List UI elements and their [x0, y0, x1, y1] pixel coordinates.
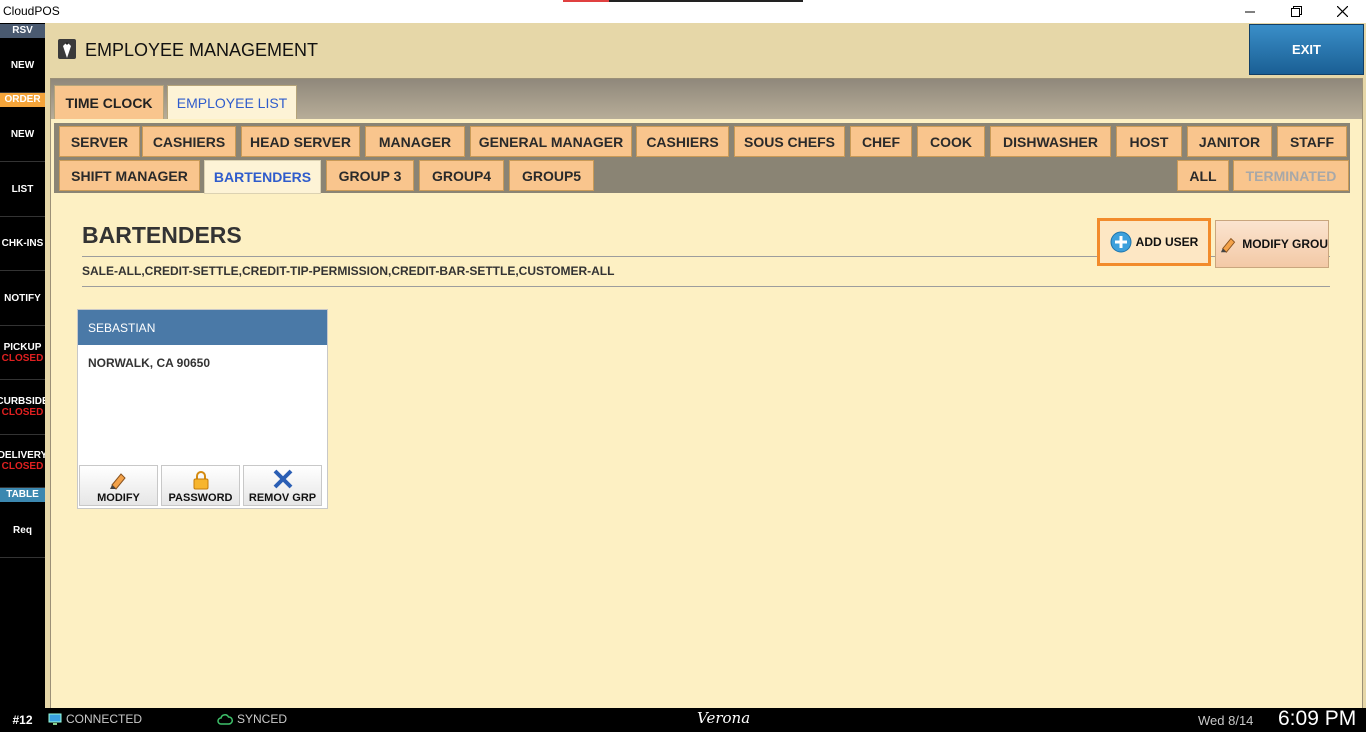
- window-title: CloudPOS: [3, 4, 60, 18]
- sidebar-item-req[interactable]: Req: [0, 503, 45, 558]
- add-user-button[interactable]: ADD USER: [1097, 218, 1211, 266]
- modify-employee-button[interactable]: MODIFY: [79, 465, 158, 506]
- sidebar-item-order-new[interactable]: NEW: [0, 108, 45, 162]
- station-number: #12: [12, 713, 33, 727]
- tuxedo-icon: [58, 39, 76, 59]
- tab-time-clock[interactable]: TIME CLOCK: [54, 85, 164, 120]
- group-tab-group5[interactable]: GROUP5: [509, 160, 594, 191]
- edit-icon: [1220, 237, 1236, 253]
- group-tab-general-manager[interactable]: GENERAL MANAGER: [470, 126, 632, 157]
- group-tab-group-3[interactable]: GROUP 3: [326, 160, 414, 191]
- sidebar-item-chk-ins[interactable]: CHK-INS: [0, 217, 45, 271]
- group-tab-cashiers-2[interactable]: CASHIERS: [636, 126, 729, 157]
- modify-label: MODIFY: [97, 492, 140, 504]
- password-button[interactable]: PASSWORD: [161, 465, 240, 506]
- add-icon: [1110, 231, 1132, 253]
- left-sidebar: RSV NEW ORDER NEW LIST CHK-INS NOTIFY PI…: [0, 23, 45, 708]
- main-area: EMPLOYEE MANAGEMENT EXIT TIME CLOCK EMPL…: [45, 23, 1366, 710]
- group-tab-bartenders[interactable]: BARTENDERS: [204, 160, 321, 194]
- sidebar-item-pickup[interactable]: PICKUP CLOSED: [0, 326, 45, 380]
- employee-address: NORWALK, CA 90650: [88, 356, 211, 370]
- top-tab-bar: TIME CLOCK EMPLOYEE LIST: [51, 79, 1362, 120]
- sidebar-item-label: NEW: [10, 60, 35, 71]
- sidebar-section-rsv: RSV: [0, 24, 45, 38]
- remove-x-icon: [273, 469, 292, 489]
- sidebar-item-label: PICKUP: [3, 341, 42, 353]
- close-button[interactable]: [1319, 0, 1365, 23]
- sidebar-item-label: CHK-INS: [1, 238, 44, 249]
- group-tab-chef[interactable]: CHEF: [850, 126, 912, 157]
- sidebar-item-label: Req: [13, 524, 32, 536]
- current-time: 6:09 PM: [1278, 707, 1357, 730]
- sidebar-item-curbside[interactable]: CURBSIDE CLOSED: [0, 380, 45, 435]
- exit-button[interactable]: EXIT: [1249, 24, 1364, 75]
- password-label: PASSWORD: [168, 492, 233, 504]
- employee-name[interactable]: SEBASTIAN: [78, 310, 327, 345]
- group-tab-host[interactable]: HOST: [1116, 126, 1182, 157]
- sidebar-item-status: CLOSED: [1, 407, 44, 418]
- window-titlebar: CloudPOS: [0, 0, 1366, 23]
- group-tab-group4[interactable]: GROUP4: [419, 160, 504, 191]
- remove-group-label: REMOV GRP: [248, 492, 317, 504]
- divider: [82, 286, 1330, 287]
- group-tab-cashiers[interactable]: CASHIERS: [142, 126, 236, 157]
- group-panel: BARTENDERS SALE-ALL,CREDIT-SETTLE,CREDIT…: [51, 199, 1362, 709]
- connection-label: CONNECTED: [66, 712, 143, 726]
- connection-status: CONNECTED: [48, 712, 142, 726]
- group-tab-terminated[interactable]: TERMINATED: [1233, 160, 1349, 191]
- sidebar-item-status: CLOSED: [1, 461, 44, 472]
- group-tab-janitor[interactable]: JANITOR: [1187, 126, 1272, 157]
- edit-icon: [109, 473, 126, 490]
- monitor-icon: [48, 713, 62, 725]
- group-title: BARTENDERS: [82, 222, 242, 248]
- minimize-icon: [1245, 11, 1255, 12]
- employee-card: SEBASTIAN NORWALK, CA 90650 MODIFY PASSW…: [77, 309, 328, 509]
- modify-group-label: MODIFY GROU: [1242, 237, 1328, 251]
- page-header: EMPLOYEE MANAGEMENT EXIT: [45, 23, 1366, 75]
- add-user-label: ADD USER: [1135, 235, 1199, 249]
- current-date: Wed 8/14: [1198, 713, 1254, 728]
- sidebar-item-label: NEW: [10, 129, 35, 140]
- sidebar-section-order: ORDER: [0, 93, 45, 107]
- group-tab-server[interactable]: SERVER: [59, 126, 140, 157]
- sidebar-item-status: CLOSED: [1, 352, 44, 364]
- remove-group-button[interactable]: REMOV GRP: [243, 465, 322, 506]
- group-tab-sous-chefs[interactable]: SOUS CHEFS: [734, 126, 845, 157]
- content-frame: TIME CLOCK EMPLOYEE LIST SERVER CASHIERS…: [50, 78, 1363, 710]
- lock-icon: [193, 471, 208, 490]
- group-permissions: SALE-ALL,CREDIT-SETTLE,CREDIT-TIP-PERMIS…: [82, 264, 615, 278]
- sidebar-item-delivery[interactable]: DELIVERY CLOSED: [0, 435, 45, 488]
- sidebar-item-label: NOTIFY: [4, 292, 41, 304]
- sidebar-item-list[interactable]: LIST: [0, 162, 45, 217]
- sidebar-item-notify[interactable]: NOTIFY: [0, 271, 45, 326]
- titlebar-accent: [563, 0, 803, 2]
- sidebar-item-label: DELIVERY: [0, 450, 45, 461]
- sync-status: SYNCED: [217, 712, 287, 726]
- group-tab-all[interactable]: ALL: [1177, 160, 1229, 191]
- restore-button[interactable]: [1273, 0, 1319, 23]
- group-tab-shift-manager[interactable]: SHIFT MANAGER: [59, 160, 200, 191]
- store-name: Verona: [697, 709, 751, 727]
- group-tab-cook[interactable]: COOK: [917, 126, 985, 157]
- cloud-icon: [217, 714, 233, 725]
- group-tab-head-server[interactable]: HEAD SERVER: [241, 126, 360, 157]
- tab-employee-list[interactable]: EMPLOYEE LIST: [167, 85, 297, 119]
- group-tab-area: SERVER CASHIERS HEAD SERVER MANAGER GENE…: [51, 119, 1362, 199]
- group-tab-staff[interactable]: STAFF: [1277, 126, 1347, 157]
- group-tab-dishwasher[interactable]: DISHWASHER: [990, 126, 1111, 157]
- close-icon: [1336, 6, 1348, 17]
- sidebar-section-table: TABLE: [0, 488, 45, 502]
- status-bar: #12 CONNECTED SYNCED Verona Wed 8/14 6:0…: [0, 707, 1366, 732]
- group-tab-manager[interactable]: MANAGER: [365, 126, 465, 157]
- restore-icon: [1290, 6, 1302, 17]
- sync-label: SYNCED: [237, 712, 288, 726]
- sidebar-item-label: CURBSIDE: [0, 396, 45, 407]
- minimize-button[interactable]: [1227, 0, 1273, 23]
- page-title: EMPLOYEE MANAGEMENT: [85, 40, 319, 60]
- sidebar-item-rsv-new[interactable]: NEW: [0, 39, 45, 93]
- modify-group-button[interactable]: MODIFY GROU: [1215, 220, 1329, 268]
- sidebar-item-label: LIST: [11, 183, 34, 195]
